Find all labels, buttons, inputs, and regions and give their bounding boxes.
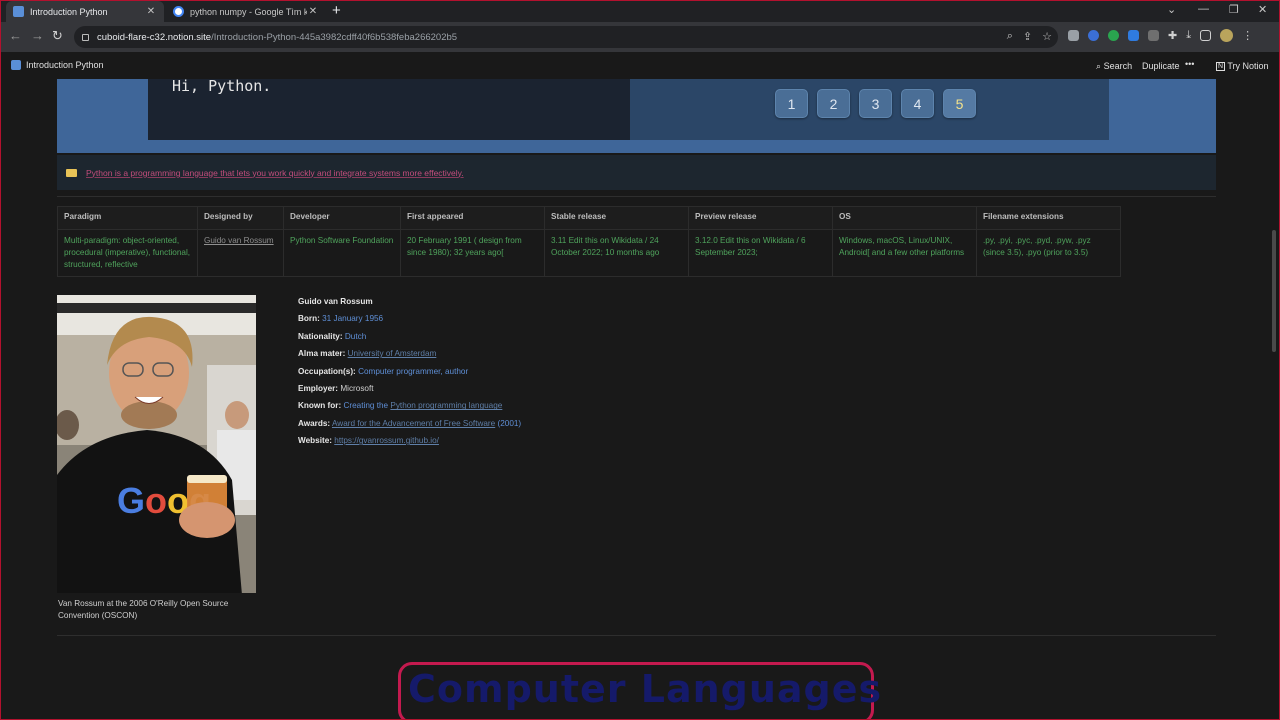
column-header: Designed by: [197, 206, 284, 230]
close-tab-icon[interactable]: ✕: [307, 6, 319, 17]
page-button-2[interactable]: 2: [817, 89, 850, 118]
column-header: Filename extensions: [976, 206, 1121, 230]
menu-icon[interactable]: ⋮: [1242, 29, 1253, 42]
column-header: First appeared: [400, 206, 545, 230]
callout: Python is a programming language that le…: [57, 155, 1216, 190]
table-cell: Multi-paradigm: object-oriented, procedu…: [57, 229, 198, 277]
infobox: Guido van Rossum Born: 31 January 1956 N…: [298, 297, 522, 446]
table-cell: Windows, macOS, Linux/UNIX, Android[ and…: [832, 229, 977, 277]
puzzle-icon[interactable]: ✚: [1168, 29, 1177, 42]
table-cell: 3.12.0 Edit this on Wikidata / 6 Septemb…: [688, 229, 833, 277]
section-heading: Computer Languages: [408, 667, 883, 711]
reload-icon[interactable]: ↻: [52, 28, 63, 44]
search-button[interactable]: ⌕ Search: [1096, 61, 1132, 72]
person-name: Guido van Rossum: [298, 297, 373, 306]
guido-photo: Goog: [57, 295, 256, 593]
bookmark-star-icon[interactable]: ☆: [1042, 30, 1052, 43]
page-icon: [11, 60, 21, 70]
page-button-4[interactable]: 4: [901, 89, 934, 118]
notion-topbar: Introduction Python ⌕ Search Duplicate •…: [0, 52, 1280, 79]
extension-icon[interactable]: [1128, 30, 1139, 41]
page-button-1[interactable]: 1: [775, 89, 808, 118]
column-header: OS: [832, 206, 977, 230]
grammarly-icon[interactable]: [1108, 30, 1119, 41]
tab-title: python numpy - Google Tìm kiế: [190, 6, 307, 17]
divider: [57, 196, 1216, 197]
url-host: cuboid-flare-c32.notion.site: [97, 31, 212, 43]
download-icon[interactable]: ⤓: [1186, 29, 1191, 42]
maximize-icon[interactable]: ❐: [1229, 3, 1239, 16]
lock-icon: [82, 33, 89, 41]
back-icon[interactable]: ←: [9, 28, 22, 44]
born-link[interactable]: 31 January 1956: [322, 314, 383, 323]
folder-icon: [66, 168, 77, 177]
extension-icon[interactable]: [1148, 30, 1159, 41]
scrollbar[interactable]: [1272, 230, 1276, 352]
website-link[interactable]: https://gvanrossum.github.io/: [334, 436, 439, 445]
photo-caption: Van Rossum at the 2006 O'Reilly Open Sou…: [58, 599, 229, 620]
extension-icon[interactable]: [1068, 30, 1079, 41]
tab-title: Introduction Python: [30, 6, 108, 17]
notion-favicon-icon: [13, 6, 24, 17]
tab-search-icon[interactable]: ⌄: [1167, 3, 1176, 16]
column-header: Stable release: [544, 206, 689, 230]
new-tab-button[interactable]: +: [332, 2, 341, 20]
awards-link[interactable]: Award for the Advancement of Free Softwa…: [332, 419, 495, 428]
extension-icon[interactable]: [1088, 30, 1099, 41]
forward-icon[interactable]: →: [31, 28, 44, 44]
table-cell: 20 February 1991 ( design from since 198…: [400, 229, 545, 277]
callout-link[interactable]: Python is a programming language that le…: [86, 168, 464, 178]
extensions-area: ✚ ⤓ ⋮: [1068, 29, 1253, 42]
page-button-5[interactable]: 5: [943, 89, 976, 118]
breadcrumb[interactable]: Introduction Python: [11, 60, 104, 70]
table-cell: Python Software Foundation: [283, 229, 401, 277]
browser-toolbar: ← → ↻ cuboid-flare-c32.notion.site/Intro…: [0, 22, 1280, 52]
table-cell: 3.11 Edit this on Wikidata / 24 October …: [544, 229, 689, 277]
duplicate-button[interactable]: Duplicate: [1142, 61, 1180, 71]
table-cell-link[interactable]: Guido van Rossum: [197, 229, 284, 277]
tab-google-search[interactable]: python numpy - Google Tìm kiế ✕: [166, 1, 326, 22]
page-title: Introduction Python: [26, 60, 104, 70]
zoom-icon[interactable]: ⌕: [1007, 30, 1013, 43]
known-for-link[interactable]: Python programming language: [390, 401, 502, 410]
column-header: Paradigm: [57, 206, 198, 230]
code-output: Hi, Python.: [172, 77, 272, 95]
column-header: Preview release: [688, 206, 833, 230]
try-notion-button[interactable]: N Try Notion: [1216, 61, 1269, 72]
tab-introduction-python[interactable]: Introduction Python ✕: [6, 1, 164, 22]
occupation-link[interactable]: Computer programmer, author: [358, 367, 468, 376]
more-options-icon[interactable]: •••: [1185, 59, 1194, 69]
pagination: 1 2 3 4 5: [775, 89, 976, 118]
nationality-link[interactable]: Dutch: [345, 332, 366, 341]
table-cell: .py, .pyi, .pyc, .pyd, .pyw, .pyz (since…: [976, 229, 1121, 277]
column-header: Developer: [283, 206, 401, 230]
python-info-table: Paradigm Designed by Developer First app…: [57, 206, 1121, 277]
close-window-icon[interactable]: ✕: [1258, 3, 1267, 16]
page-button-3[interactable]: 3: [859, 89, 892, 118]
google-favicon-icon: [173, 6, 184, 17]
table-header-row: Paradigm Designed by Developer First app…: [57, 206, 1121, 230]
close-tab-icon[interactable]: ✕: [145, 6, 157, 17]
sidepanel-icon[interactable]: [1200, 30, 1212, 41]
tab-strip: Introduction Python ✕ python numpy - Goo…: [0, 0, 1280, 22]
minimize-icon[interactable]: —: [1198, 3, 1209, 15]
alma-mater-link[interactable]: University of Amsterdam: [348, 349, 437, 358]
employer-value: Microsoft: [340, 383, 374, 393]
divider: [57, 635, 1216, 636]
url-path: /Introduction-Python-445a3982cdff40f6b53…: [211, 31, 458, 43]
notion-logo-icon: N: [1216, 62, 1225, 72]
share-icon[interactable]: ⇪: [1023, 30, 1032, 43]
search-icon: ⌕: [1096, 61, 1102, 71]
table-row: Multi-paradigm: object-oriented, procedu…: [57, 229, 1121, 277]
avatar[interactable]: [1220, 29, 1234, 42]
address-bar[interactable]: cuboid-flare-c32.notion.site/Introductio…: [74, 26, 1058, 48]
